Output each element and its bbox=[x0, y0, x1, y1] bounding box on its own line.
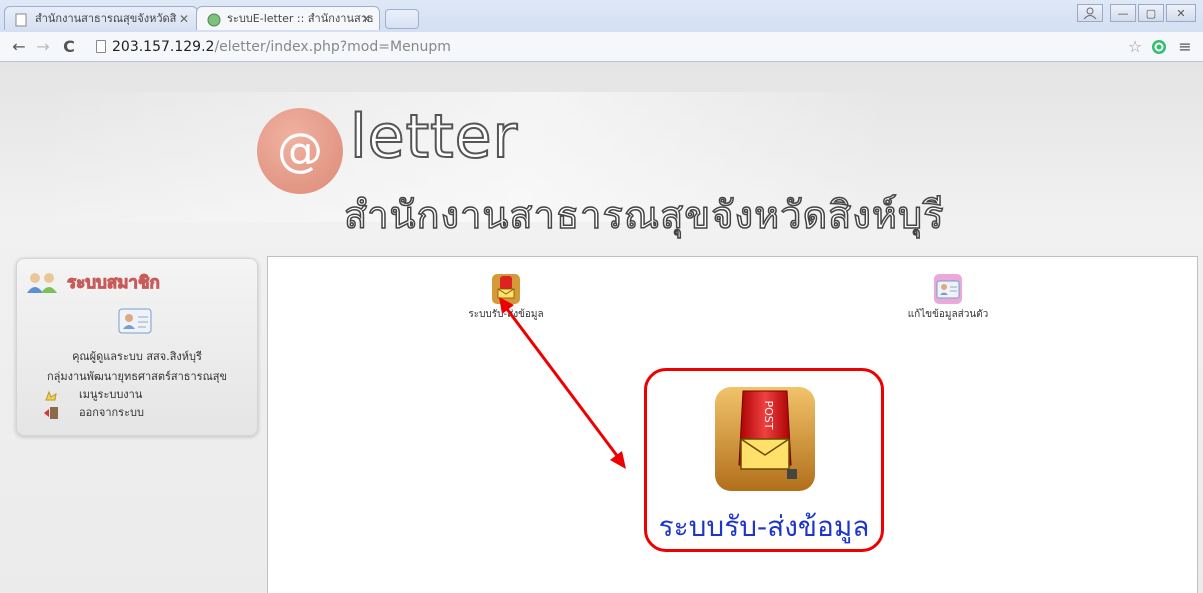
menu-item-label: เมนูระบบงาน bbox=[79, 388, 143, 401]
user-icon[interactable] bbox=[1077, 4, 1103, 22]
menu-item-label: ออกจากระบบ bbox=[79, 406, 144, 419]
main-content: ระบบรับ-ส่งข้อมูล แก้ไขข้อมูลส่วนตัว POS… bbox=[267, 256, 1198, 593]
close-icon[interactable]: ✕ bbox=[361, 7, 371, 30]
menu-item-main[interactable]: เมนูระบบงาน bbox=[43, 387, 142, 403]
close-icon[interactable]: ✕ bbox=[179, 7, 189, 30]
tab-title: สำนักงานสาธารณสุขจังหวัดสิ bbox=[35, 12, 177, 25]
header-banner: @ letter สำนักงานสาธารณสุขจังหวัดสิงห์บุ… bbox=[0, 62, 1203, 252]
close-window-button[interactable]: ✕ bbox=[1166, 4, 1196, 22]
tab-inactive[interactable]: สำนักงานสาธารณสุขจังหวัดสิ ✕ bbox=[4, 6, 198, 30]
tab-title: ระบบE-letter :: สำนักงานสาธ bbox=[227, 12, 374, 25]
site-favicon-icon bbox=[207, 12, 221, 27]
user-name: คุณผู้ดูแลระบบ สสจ.สิงห์บุรี bbox=[72, 350, 202, 363]
at-logo-icon: @ bbox=[257, 108, 343, 194]
reload-icon[interactable]: C bbox=[58, 36, 80, 58]
panel-title: ระบบสมาชิก bbox=[67, 273, 161, 294]
mailbox-icon: POST bbox=[713, 385, 817, 493]
callout-label: ระบบรับ-ส่งข้อมูล bbox=[658, 510, 870, 543]
id-card-icon bbox=[118, 305, 152, 335]
tile-send-receive[interactable]: ระบบรับ-ส่งข้อมูล bbox=[446, 273, 566, 322]
navigation-bar: ← → C 203.157.129.2/eletter/index.php?mo… bbox=[0, 32, 1203, 62]
url-host: 203.157.129.2 bbox=[112, 39, 215, 55]
back-arrow-icon[interactable]: ← bbox=[8, 36, 30, 58]
post-text: POST bbox=[762, 401, 775, 430]
user-group: กลุ่มงานพัฒนายุทธศาสตร์สาธารณสุข bbox=[46, 370, 228, 383]
member-panel: ระบบสมาชิก คุณผู้ดูแลระบบ สสจ.สิงห์บุรี … bbox=[16, 258, 258, 436]
logout-door-icon bbox=[43, 406, 59, 420]
new-tab-button[interactable] bbox=[385, 9, 419, 29]
hand-pointer-icon bbox=[43, 388, 59, 402]
star-icon[interactable]: ☆ bbox=[1124, 36, 1146, 58]
callout-box: POST ระบบรับ-ส่งข้อมูล bbox=[644, 368, 884, 552]
tab-active[interactable]: ระบบE-letter :: สำนักงานสาธ ✕ bbox=[196, 6, 380, 30]
page-icon bbox=[96, 40, 106, 53]
extension-icon[interactable] bbox=[1148, 36, 1170, 58]
tile-label: แก้ไขข้อมูลส่วนตัว bbox=[907, 309, 989, 320]
logo-word: letter bbox=[349, 101, 519, 173]
url-path: /eletter/index.php?mod=Menupm bbox=[214, 39, 451, 55]
browser-chrome: สำนักงานสาธารณสุขจังหวัดสิ ✕ ระบบE-lette… bbox=[0, 0, 1203, 62]
tile-edit-profile[interactable]: แก้ไขข้อมูลส่วนตัว bbox=[893, 273, 1003, 322]
page-icon bbox=[15, 12, 27, 27]
web-page: @ letter สำนักงานสาธารณสุขจังหวัดสิงห์บุ… bbox=[0, 62, 1203, 593]
minimize-button[interactable]: — bbox=[1110, 4, 1136, 22]
menu-item-logout[interactable]: ออกจากระบบ bbox=[43, 405, 144, 421]
banner-subtitle: สำนักงานสาธารณสุขจังหวัดสิงห์บุรี bbox=[343, 192, 945, 238]
address-bar[interactable]: 203.157.129.2/eletter/index.php?mod=Menu… bbox=[92, 36, 1102, 58]
forward-arrow-icon[interactable]: → bbox=[32, 36, 54, 58]
menu-hamburger-icon[interactable]: ≡ bbox=[1174, 36, 1196, 58]
maximize-button[interactable]: ▢ bbox=[1138, 4, 1164, 22]
id-card-icon bbox=[933, 273, 963, 305]
tab-strip: สำนักงานสาธารณสุขจังหวัดสิ ✕ ระบบE-lette… bbox=[0, 0, 1203, 32]
tile-label: ระบบรับ-ส่งข้อมูล bbox=[468, 309, 544, 320]
users-icon bbox=[25, 271, 59, 293]
mailbox-icon bbox=[491, 273, 521, 305]
